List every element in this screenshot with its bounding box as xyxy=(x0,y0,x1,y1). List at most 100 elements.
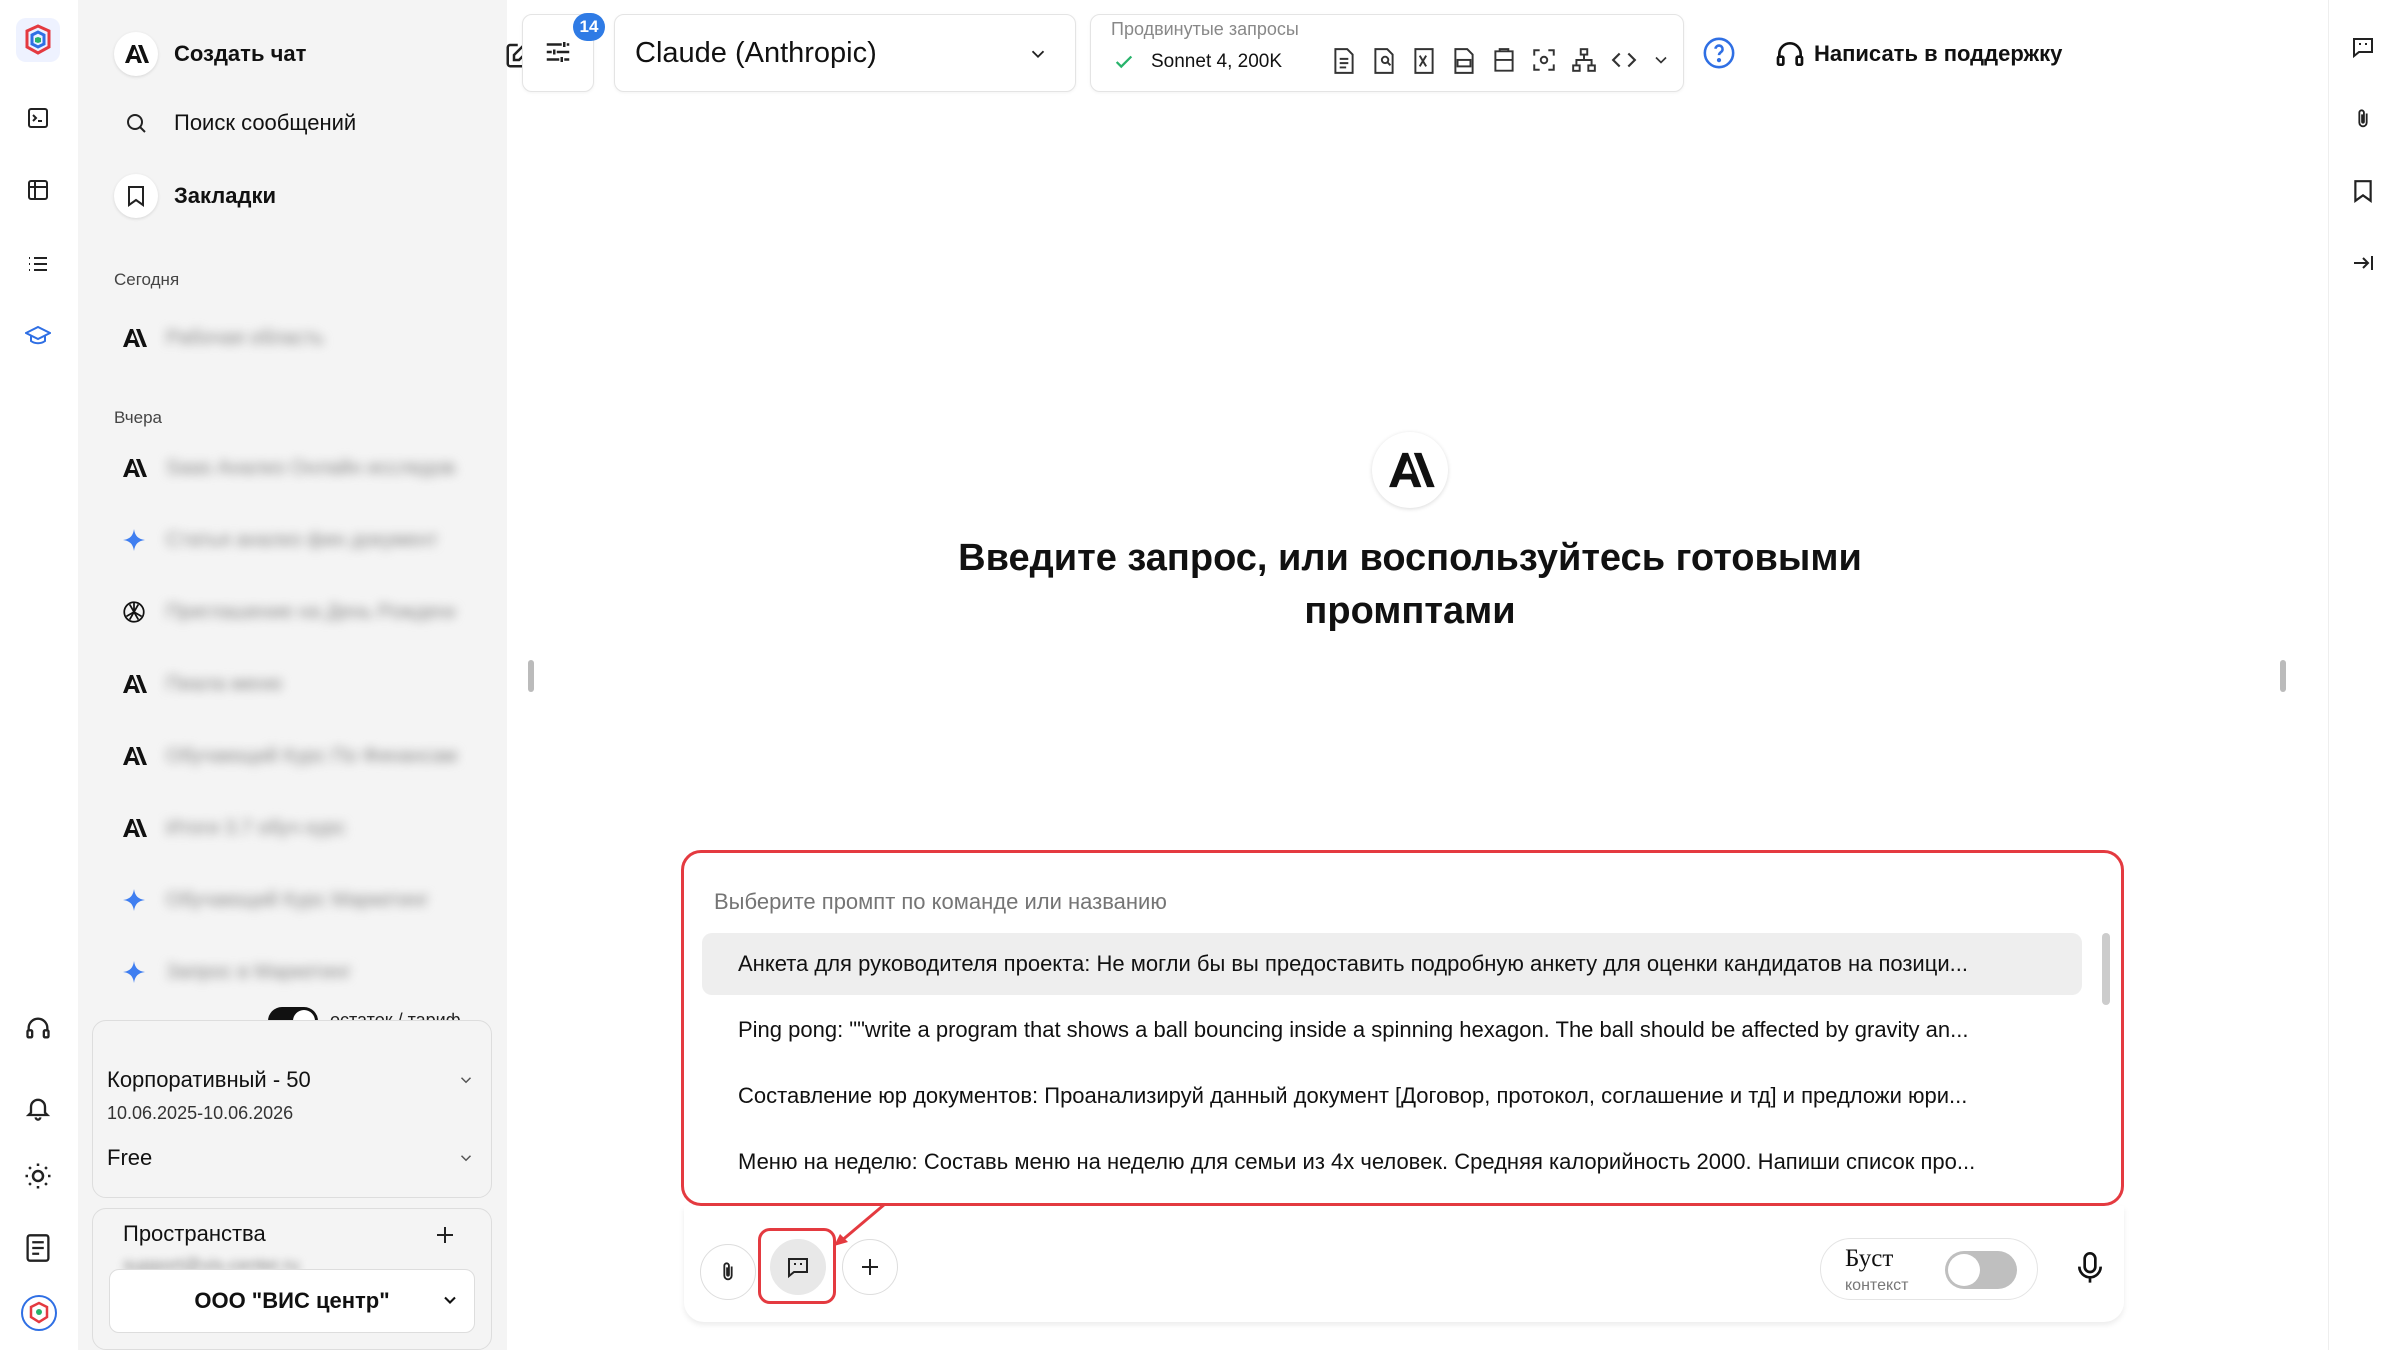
anthropic-logo-icon xyxy=(1372,432,1448,508)
hierarchy-icon xyxy=(1571,47,1597,75)
history-title: Обучающий Курс Маркетинг xyxy=(166,888,429,911)
support-label: Написать в поддержку xyxy=(1814,41,2063,66)
plan-free: Free xyxy=(107,1145,153,1170)
sliders-icon xyxy=(543,37,573,67)
spaces-card: Пространства support@vis-center.ru ООО "… xyxy=(92,1208,492,1350)
history-title: Статья анализ фин документ xyxy=(166,528,438,551)
text-file-icon xyxy=(1451,47,1477,75)
history-title: Рабочая область xyxy=(166,326,324,349)
boost-switch[interactable] xyxy=(1945,1251,2017,1289)
list-icon[interactable] xyxy=(18,244,58,284)
plan-dates: 10.06.2025-10.06.2026 xyxy=(107,1103,294,1123)
attach-button[interactable] xyxy=(700,1244,756,1300)
boost-label: Буст xyxy=(1845,1245,1894,1272)
history-title: Итоги 3.7 обуч курс xyxy=(166,816,346,839)
headset-icon xyxy=(1774,38,1806,70)
anthropic-icon xyxy=(114,32,158,76)
history-item[interactable]: Статья анализ фин документ xyxy=(114,520,456,560)
anthropic-icon xyxy=(114,818,154,838)
chevron-down-icon[interactable] xyxy=(457,1149,475,1167)
prompts-button[interactable] xyxy=(770,1239,826,1295)
advanced-model: Sonnet 4, 200K xyxy=(1151,51,1282,72)
plus-icon[interactable] xyxy=(433,1223,457,1247)
document-icon[interactable] xyxy=(18,1228,58,1268)
history-item[interactable]: Запрос в Маркетинг xyxy=(114,952,456,992)
create-chat-button[interactable]: Создать чат xyxy=(114,32,534,76)
prompt-picker: Анкета для руководителя проекта: Не могл… xyxy=(681,850,2124,1206)
history-title: Saas Анализ Онлайн исследование xyxy=(166,456,456,479)
search-messages[interactable]: Поиск сообщений xyxy=(114,110,356,136)
prompt-option[interactable]: Ping pong: ""write a program that shows … xyxy=(702,999,2082,1061)
sun-icon[interactable] xyxy=(18,1156,58,1196)
file-text-icon xyxy=(1331,47,1357,75)
bookmarks-item[interactable]: Закладки xyxy=(114,174,276,218)
plan-name: Корпоративный - 50 xyxy=(107,1067,311,1092)
history-title: Запрос в Маркетинг xyxy=(166,960,352,983)
model-select[interactable]: Claude (Anthropic) xyxy=(614,14,1076,92)
history-item[interactable]: Обучающий Курс Маркетинг xyxy=(114,880,456,920)
bell-icon[interactable] xyxy=(18,1088,58,1128)
right-resize-handle[interactable] xyxy=(2280,660,2286,692)
collapse-panel-icon[interactable] xyxy=(2346,246,2380,280)
check-icon xyxy=(1113,51,1135,73)
org-select[interactable]: ООО "ВИС центр" xyxy=(109,1269,475,1333)
history-item[interactable]: Приглашение на День Рождения xyxy=(114,592,456,632)
graduation-cap-icon[interactable] xyxy=(18,316,58,356)
prompt-option[interactable]: Меню на неделю: Составь меню на неделю д… xyxy=(702,1131,2082,1193)
settings-badge: 14 xyxy=(573,13,605,41)
anthropic-icon xyxy=(114,674,154,694)
chevron-down-icon[interactable] xyxy=(1651,47,1671,75)
plan-card: Корпоративный - 50 10.06.2025-10.06.2026… xyxy=(92,1020,492,1198)
sidebar: Создать чат Поиск сообщений Закладки Сег… xyxy=(78,0,534,1350)
table-icon[interactable] xyxy=(18,170,58,210)
advanced-requests[interactable]: Продвинутые запросы Sonnet 4, 200K xyxy=(1090,14,1684,92)
pdf-search-icon xyxy=(1371,47,1397,75)
capability-icons xyxy=(1331,47,1671,75)
search-icon xyxy=(114,111,158,135)
microphone-icon[interactable] xyxy=(2074,1250,2106,1286)
prompt-option[interactable]: Составление юр документов: Проанализируй… xyxy=(702,1065,2082,1127)
anthropic-icon xyxy=(114,458,154,478)
settings-button[interactable]: 14 xyxy=(522,13,605,92)
section-yesterday: Вчера xyxy=(114,408,162,427)
prompt-option[interactable]: Анкета для руководителя проекта: Не могл… xyxy=(702,933,2082,995)
bookmark-icon[interactable] xyxy=(2346,174,2380,208)
history-title: Приглашение на День Рождения xyxy=(166,600,456,623)
paperclip-icon[interactable] xyxy=(2346,102,2380,136)
chat-prompt-icon[interactable] xyxy=(2346,30,2380,64)
history-item[interactable]: Пиала меню xyxy=(114,664,456,704)
openai-icon xyxy=(114,599,154,625)
arrow-icon xyxy=(834,1202,886,1246)
code-icon xyxy=(1611,47,1637,75)
history-item[interactable]: Рабочая область xyxy=(114,318,456,358)
scrollbar[interactable] xyxy=(2102,933,2110,1005)
advanced-label: Продвинутые запросы xyxy=(1111,19,1299,39)
boost-toggle[interactable]: Буст контекст xyxy=(1820,1238,2038,1300)
boost-sub: контекст xyxy=(1845,1277,1909,1294)
app-logo-icon[interactable] xyxy=(16,18,60,62)
support-button[interactable]: Написать в поддержку xyxy=(1774,38,2062,70)
history-title: Обучающий Курс По Финансам xyxy=(166,744,456,767)
help-icon[interactable] xyxy=(1702,36,1736,70)
headset-icon[interactable] xyxy=(18,1008,58,1048)
anthropic-icon xyxy=(114,328,154,348)
search-label: Поиск сообщений xyxy=(174,110,357,135)
history-item[interactable]: Saas Анализ Онлайн исследование xyxy=(114,448,456,488)
history-title: Пиала меню xyxy=(166,672,282,695)
anthropic-icon xyxy=(114,746,154,766)
create-chat-label: Создать чат xyxy=(174,41,307,66)
left-resize-handle[interactable] xyxy=(528,660,534,692)
bookmark-icon xyxy=(114,174,158,218)
history-item[interactable]: Обучающий Курс По Финансам xyxy=(114,736,456,776)
history-item[interactable]: Итоги 3.7 обуч курс xyxy=(114,808,456,848)
right-divider xyxy=(2328,0,2329,1350)
chevron-down-icon[interactable] xyxy=(457,1071,475,1089)
chevron-down-icon xyxy=(1027,43,1049,65)
prompt-search-input[interactable] xyxy=(712,881,2016,923)
terminal-icon[interactable] xyxy=(18,98,58,138)
gemini-star-icon xyxy=(114,888,154,912)
scan-icon xyxy=(1531,47,1557,75)
bookmarks-label: Закладки xyxy=(174,183,277,208)
docx-icon xyxy=(1491,47,1517,75)
model-name: Claude (Anthropic) xyxy=(635,37,877,69)
